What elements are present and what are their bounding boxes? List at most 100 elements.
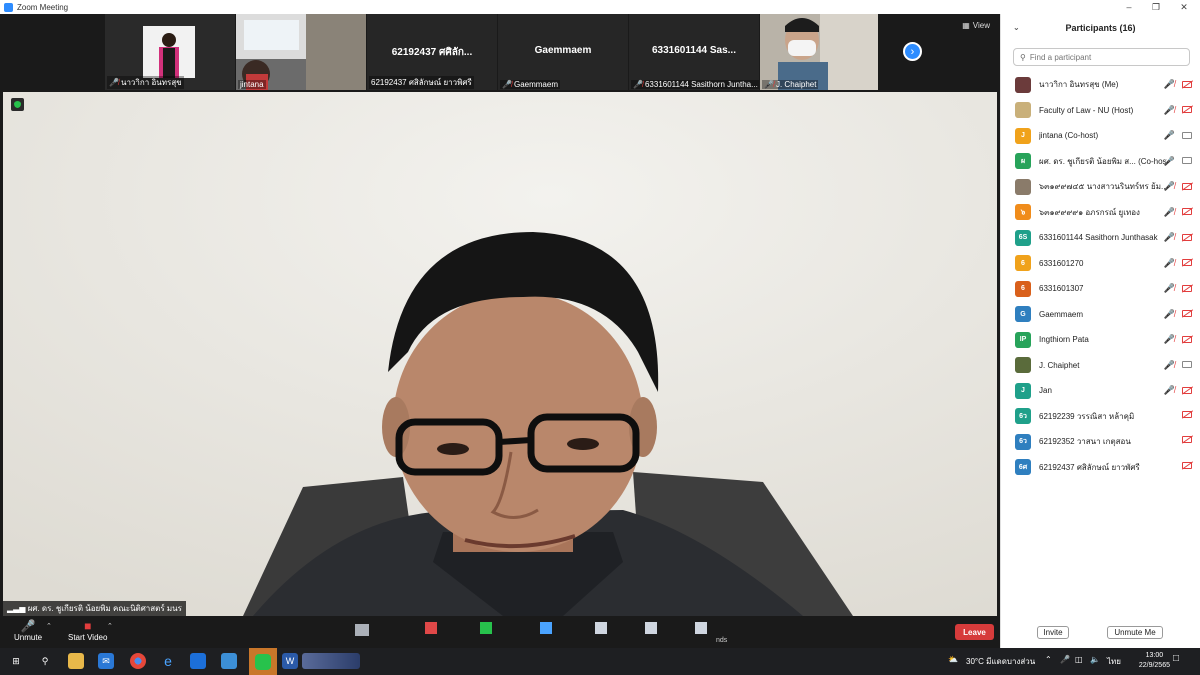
network-icon[interactable]: ◫ [1075, 655, 1083, 664]
participant-status-icons: 🎤̸ [1164, 232, 1192, 242]
participant-row[interactable]: 6 6331601270 🎤̸ [1001, 251, 1200, 277]
avatar [1015, 76, 1031, 93]
speaker-video-frame [3, 92, 997, 616]
tray-mic-icon[interactable]: 🎤 [1060, 655, 1070, 664]
mic-muted-icon: 🎤̸ [1163, 181, 1175, 191]
participant-search[interactable]: ⚲ [1013, 48, 1190, 66]
windows-start-icon[interactable]: ⊞ [8, 653, 24, 669]
notification-icon[interactable]: □ [1173, 653, 1179, 664]
video-thumbnail[interactable]: jintana [236, 14, 366, 90]
mic-muted-icon: 🎤̸ [1163, 104, 1175, 115]
taskbar-app-preview[interactable] [302, 653, 360, 669]
mic-muted-icon: 🎤̸ [1163, 385, 1175, 395]
maximize-button[interactable]: ❐ [1142, 0, 1170, 14]
participant-name: นาวาิกา อินทรสุข (Me) [1039, 80, 1119, 90]
mic-muted-icon: 🎤̸ [1163, 308, 1175, 319]
video-off-icon [1182, 106, 1192, 113]
participant-row[interactable]: 6ศ 62192437 ศสิลักษณ์ ยาวพัศรี [1001, 455, 1200, 481]
search-icon[interactable]: ⚲ [37, 653, 53, 669]
avatar: 6S [1015, 229, 1031, 246]
participant-row[interactable]: G Gaemmaem 🎤̸ [1001, 302, 1200, 328]
participant-row[interactable]: Faculty of Law - NU (Host) 🎤̸ [1001, 98, 1200, 124]
participant-row[interactable]: 6 6331601307 🎤̸ [1001, 276, 1200, 302]
avatar: IP [1015, 331, 1031, 348]
participant-row[interactable]: 6ว 62192239 วรรณิสา หล้าคุมิ [1001, 404, 1200, 430]
leave-button[interactable]: Leave [955, 624, 994, 640]
participant-row[interactable]: ๖ ๖๓๑๙๙๙๙๑ อภรกรณ์ ยูเทอง 🎤̸ [1001, 200, 1200, 226]
window-title: Zoom Meeting [17, 2, 69, 12]
zoom-app-icon[interactable] [190, 653, 206, 669]
clock[interactable]: 13:00 22/9/2565 [1139, 651, 1170, 671]
video-thumbnail[interactable]: Gaemmaem 🎤̸ Gaemmaem [498, 14, 628, 90]
participant-status-icons: 🎤̸ [1164, 79, 1192, 89]
avatar: 6ว [1015, 408, 1031, 425]
avatar: ๖ [1015, 204, 1031, 221]
minimize-button[interactable]: – [1115, 0, 1143, 14]
word-icon[interactable]: W [282, 653, 298, 669]
avatar: 6 [1015, 255, 1031, 272]
video-icon [1182, 157, 1192, 164]
mail-icon[interactable]: ✉ [98, 653, 114, 669]
participant-name: jintana (Co-host) [1039, 131, 1099, 141]
participant-status-icons: 🎤̸ [1164, 207, 1192, 217]
start-video-button[interactable]: ■ Start Video [68, 618, 107, 643]
mic-muted-icon: 🎤̸ [502, 80, 512, 89]
video-thumbnail[interactable]: 62192437 ศศิลัก... 62192437 ศสิลักษณ์ ยา… [367, 14, 497, 90]
participants-header: ⌄ Participants (16) [1001, 14, 1200, 42]
participant-row[interactable]: IP Ingthiorn Pata 🎤̸ [1001, 327, 1200, 353]
mic-muted-icon: 🎤̸ [1163, 257, 1175, 268]
thumbnail-name: 6331601144 Sas... [652, 45, 736, 56]
video-options-caret[interactable]: ⌃ [107, 622, 113, 630]
mic-muted-icon: 🎤̸ [633, 80, 643, 89]
chrome-icon[interactable] [130, 653, 146, 669]
tray-chevron-icon[interactable]: ⌃ [1045, 655, 1052, 664]
participant-row[interactable]: J. Chaiphet 🎤̸ [1001, 353, 1200, 379]
participant-name: Gaemmaem [1039, 309, 1084, 319]
video-thumbnail[interactable]: 6331601144 Sas... 🎤̸ 6331601144 Sasithor… [629, 14, 759, 90]
line-app-icon[interactable] [249, 648, 277, 675]
security-shield-icon[interactable] [11, 98, 24, 111]
video-off-icon [1182, 259, 1192, 266]
avatar [1015, 357, 1031, 374]
participant-name: 62192239 วรรณิสา หล้าคุมิ [1039, 411, 1135, 421]
weather-icon[interactable]: ⛅ [948, 655, 958, 664]
audio-options-caret[interactable]: ⌃ [46, 622, 52, 630]
weather-text[interactable]: 30°C มีแดดบางส่วน [966, 655, 1035, 668]
participant-row[interactable]: ๖๓๑๙๙๗๔๕ นางสาวนรินทร์ทร ย้ม... 🎤̸ [1001, 174, 1200, 200]
search-input[interactable] [1029, 52, 1180, 62]
participant-status-icons: 🎤̸ [1164, 283, 1192, 293]
participants-list: นาวาิกา อินทรสุข (Me) 🎤̸ Faculty of Law - … [1001, 72, 1200, 480]
close-button[interactable]: ✕ [1170, 0, 1198, 14]
next-page-button[interactable]: › [903, 42, 922, 61]
participant-row[interactable]: 6S 6331601144 Sasithorn Junthasak 🎤̸ [1001, 225, 1200, 251]
participant-row[interactable]: J Jan 🎤̸ [1001, 378, 1200, 404]
invite-button[interactable]: Invite [1037, 626, 1069, 639]
chevron-down-icon[interactable]: ⌄ [1013, 23, 1020, 32]
file-explorer-icon[interactable] [68, 653, 84, 669]
avatar: J [1015, 382, 1031, 399]
thumbnail-caption: 62192437 ศสิลักษณ์ ยาวพิศรี [369, 76, 474, 89]
language-indicator[interactable]: ไทย [1107, 655, 1121, 668]
thumbnail-caption: 🎤̸ 6331601144 Sasithorn Juntha... [631, 80, 759, 89]
participant-row[interactable]: 6ว 62192352 วาสนา เกตุสอน [1001, 429, 1200, 455]
thumbnail-caption: 🎤̸ J. Chaiphet [762, 80, 819, 89]
video-thumbnail[interactable]: 🎤̸ J. Chaiphet [760, 14, 878, 90]
participant-row[interactable]: ผ ผศ. ดร. ชูเกียรติ น้อยพิม ส... (Co-host… [1001, 149, 1200, 175]
thumbnail-caption: 🎤̸ Gaemmaem [500, 80, 560, 89]
volume-icon[interactable]: 🔈 [1090, 655, 1100, 664]
avatar: 6 [1015, 280, 1031, 297]
participant-row[interactable]: Jjintana (Co-host) 🎤 [1001, 123, 1200, 149]
unmute-me-button[interactable]: Unmute Me [1107, 626, 1163, 639]
participant-status-icons: 🎤 [1164, 156, 1192, 166]
video-off-icon [1182, 233, 1192, 241]
participant-row[interactable]: นาวาิกา อินทรสุข (Me) 🎤̸ [1001, 72, 1200, 98]
toolbar-partial-label: nds [716, 637, 728, 644]
photos-icon[interactable] [221, 653, 237, 669]
mic-muted-icon: 🎤̸ [1163, 206, 1175, 217]
edge-icon[interactable]: e [160, 653, 176, 669]
video-thumbnail[interactable]: 🎤̸ นาวาิกา อินทรสุข [105, 14, 235, 90]
participant-status-icons: 🎤̸ [1164, 105, 1192, 115]
unmute-button[interactable]: 🎤 Unmute [14, 618, 42, 643]
view-button[interactable]: ▦ View [962, 21, 990, 30]
windows-taskbar: ⊞ ⚲ ✉ e W ⛅ 30°C มีแดดบางส่วน ⌃ 🎤 ◫ 🔈 ไท… [0, 648, 1200, 675]
